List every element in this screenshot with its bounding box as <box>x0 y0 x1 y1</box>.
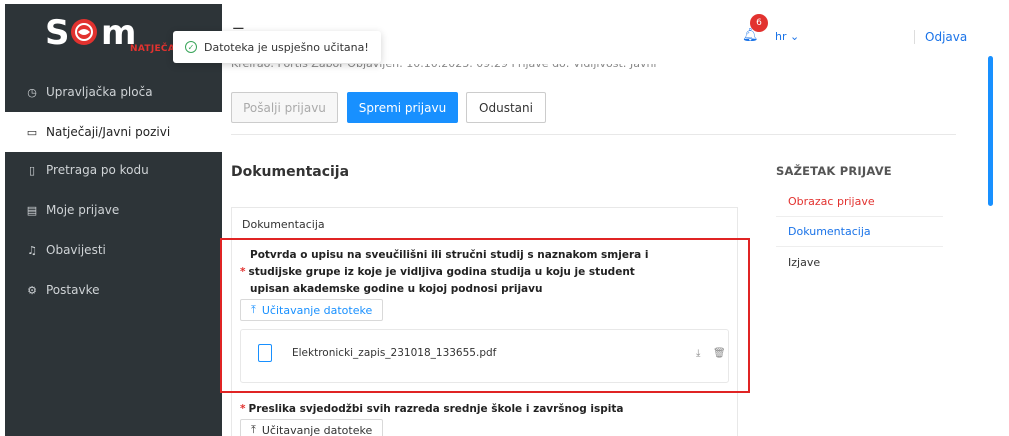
logout-link[interactable]: Odjava <box>914 30 967 44</box>
upload-file-button-doc-2[interactable]: ⤒ Učitavanje datoteke <box>240 419 384 436</box>
language-value: hr <box>775 30 787 43</box>
file-text-icon: ▤ <box>26 203 38 217</box>
bell-icon: ♫ <box>27 243 37 257</box>
sidebar-item-search-by-code[interactable]: ▯ Pretraga po kodu <box>5 150 222 190</box>
toast-message: Datoteka je uspješno učitana! <box>204 40 369 54</box>
sidebar-item-settings[interactable]: ⚙ Postavke <box>5 270 222 310</box>
sidebar-item-label: Obavijesti <box>46 243 106 257</box>
scrollbar[interactable] <box>988 56 993 206</box>
svg-text:S: S <box>45 13 70 50</box>
sidebar: S m NATJEČAJI ◷ Upravljačka ploča ▭ Natj… <box>5 4 222 436</box>
logo-m-icon: m <box>101 13 136 48</box>
sidebar-item-calls[interactable]: ▭ Natječaji/Javni pozivi <box>5 112 222 152</box>
sidebar-item-dashboard[interactable]: ◷ Upravljačka ploča <box>5 72 222 112</box>
summary-link-statements[interactable]: Izjave <box>776 247 943 277</box>
svg-text:m: m <box>101 13 136 48</box>
document-icon: ▯ <box>28 163 36 177</box>
sidebar-item-label: Moje prijave <box>46 203 120 217</box>
language-selector[interactable]: hr ⌄ <box>775 30 799 43</box>
cancel-button[interactable]: Odustani <box>466 92 546 123</box>
sidebar-item-notifications[interactable]: ♫ Obavijesti <box>5 230 222 270</box>
chevron-down-icon: ⌄ <box>790 30 800 43</box>
upload-label: Učitavanje datoteke <box>261 423 373 436</box>
summary-link-application-form[interactable]: Obrazac prijave <box>776 187 943 217</box>
sidebar-item-label: Pretraga po kodu <box>46 163 149 177</box>
doc-2-label: * Preslika svjedodžbi svih razreda srednj… <box>240 401 623 418</box>
notification-count-badge: 6 <box>750 14 768 32</box>
doc-2-label-text: Preslika svjedodžbi svih razreda srednje… <box>248 403 624 415</box>
sidebar-item-label: Postavke <box>46 283 100 297</box>
summary-title: SAŽETAK PRIJAVE <box>776 164 892 178</box>
required-marker: * <box>240 403 246 415</box>
sidebar-item-label: Natječaji/Javni pozivi <box>46 125 171 139</box>
sidebar-item-my-applications[interactable]: ▤ Moje prijave <box>5 190 222 230</box>
gear-icon: ⚙ <box>27 283 37 297</box>
check-circle-icon: ✓ <box>185 41 197 53</box>
send-application-button[interactable]: Pošalji prijavu <box>231 92 338 123</box>
panel-title: Dokumentacija <box>242 218 325 231</box>
upload-icon: ⤒ <box>251 423 256 436</box>
sidebar-item-label: Upravljačka ploča <box>46 85 153 99</box>
logo-mark-icon: S <box>45 13 97 50</box>
save-application-button[interactable]: Spremi prijavu <box>347 92 458 123</box>
highlight-box <box>220 238 750 393</box>
section-title: Dokumentacija <box>231 164 350 180</box>
summary-link-documentation[interactable]: Dokumentacija <box>776 217 943 247</box>
success-toast: ✓ Datoteka je uspješno učitana! <box>173 31 381 63</box>
dashboard-icon: ◷ <box>27 85 37 99</box>
divider <box>231 134 956 135</box>
folder-icon: ▭ <box>26 125 38 139</box>
